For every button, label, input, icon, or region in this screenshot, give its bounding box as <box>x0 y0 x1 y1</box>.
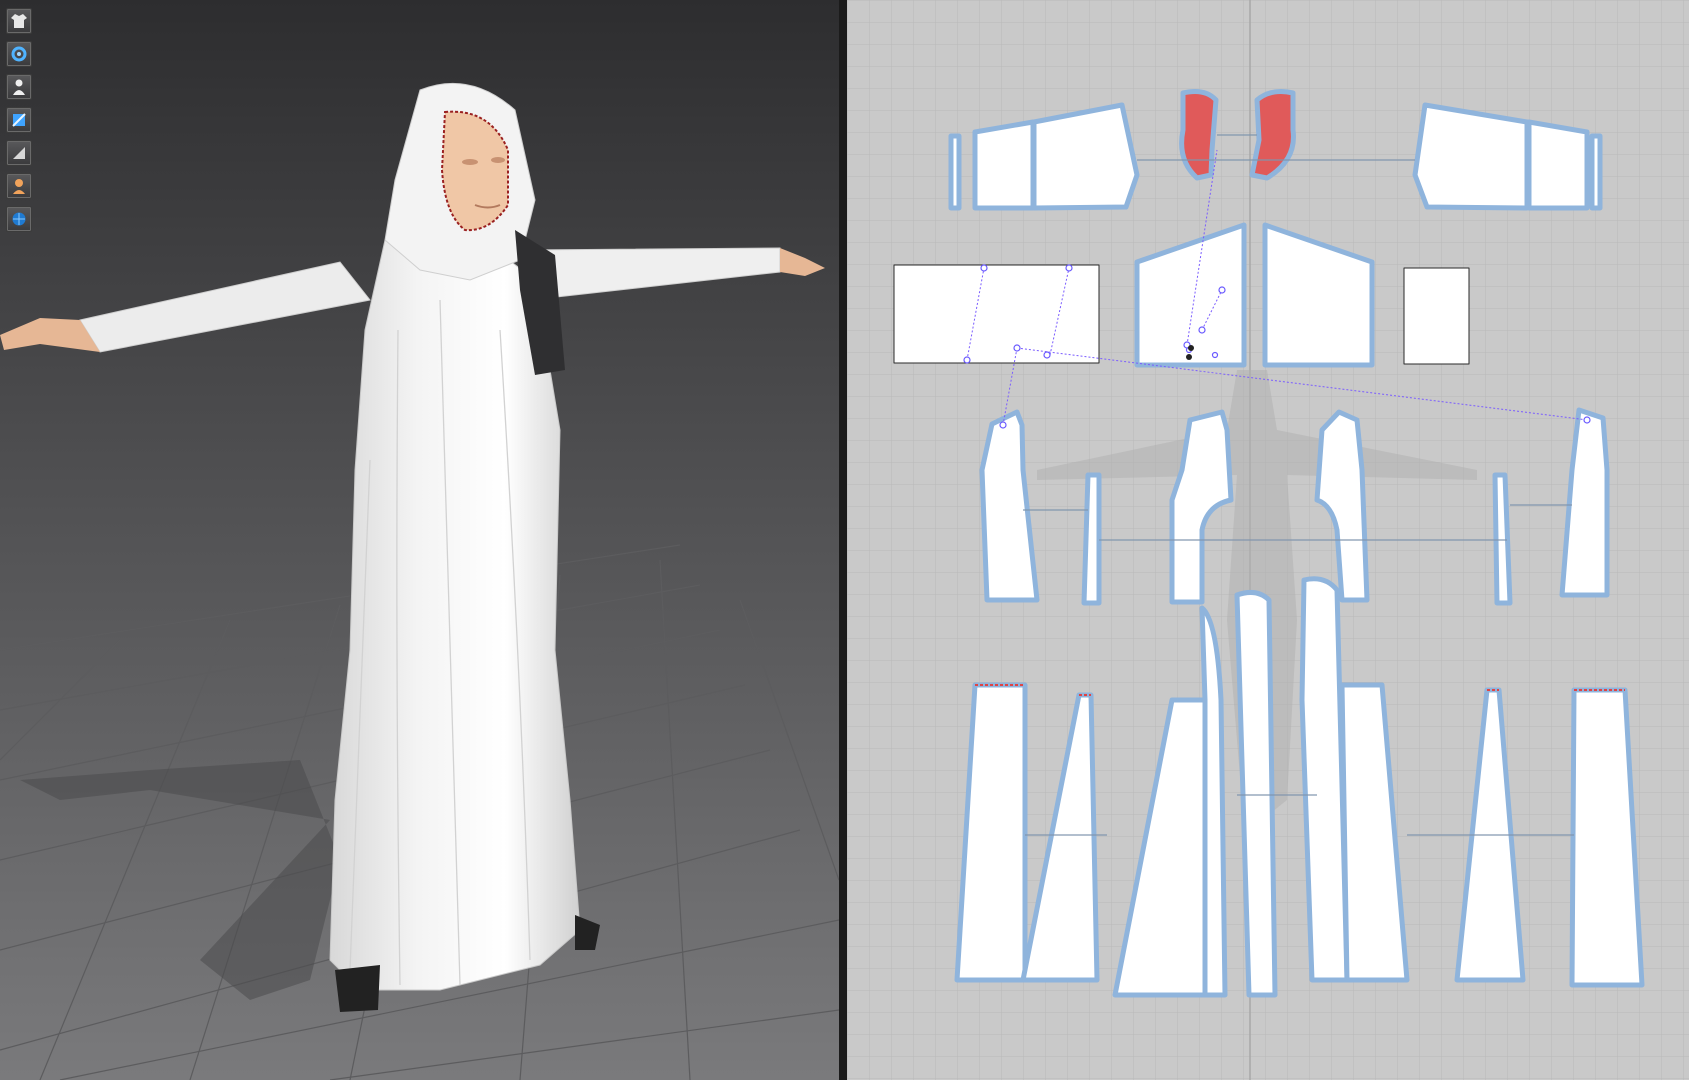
skirt-back-right-inner <box>1299 576 1350 983</box>
left-shoe <box>335 965 380 1012</box>
skin-icon[interactable] <box>6 173 32 199</box>
simulation-icon[interactable] <box>6 41 32 67</box>
pattern-canvas <box>847 0 1689 1080</box>
selected-point <box>1188 345 1194 351</box>
environment-icon[interactable] <box>6 206 32 232</box>
sleeve-right-upper <box>1412 102 1530 211</box>
scarf-piece <box>894 265 1099 363</box>
3d-scene <box>0 82 839 1080</box>
hood-piece-left <box>1179 89 1219 181</box>
sleeve-cuff-left <box>948 133 962 211</box>
side-panel-right <box>1492 472 1513 606</box>
avatar-shadow <box>20 760 340 1000</box>
pocket-piece <box>1404 268 1469 364</box>
3d-viewport[interactable] <box>0 0 839 1080</box>
sleeve-left-upper <box>1031 102 1140 211</box>
right-hand <box>780 248 825 276</box>
sleeve-cuff-right <box>1589 133 1603 211</box>
garment-icon[interactable] <box>6 8 32 34</box>
sleeve-left-lower <box>972 119 1036 211</box>
fabric-icon[interactable] <box>6 107 32 133</box>
avatar-icon[interactable] <box>6 74 32 100</box>
right-sleeve <box>519 247 781 301</box>
right-shoe <box>575 915 600 950</box>
left-sleeve <box>79 261 371 353</box>
3d-toolbar <box>6 8 34 239</box>
sleeve-right-lower <box>1526 119 1590 211</box>
panel-divider[interactable] <box>839 0 847 1080</box>
side-panel-left <box>1081 472 1102 606</box>
2d-pattern-viewport[interactable] <box>847 0 1689 1080</box>
render-icon[interactable] <box>6 140 32 166</box>
